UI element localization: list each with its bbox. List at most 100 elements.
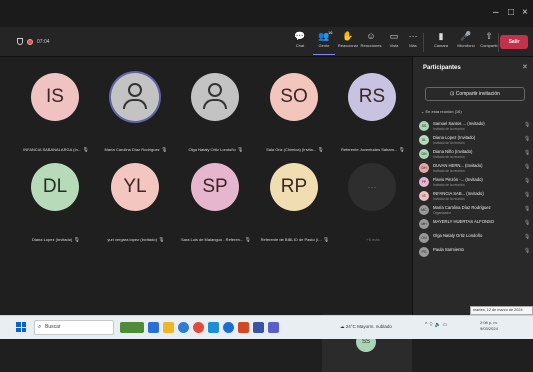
mic-muted-icon: 🎙 — [397, 147, 405, 153]
word-icon[interactable] — [253, 322, 264, 333]
participant-tile[interactable]: ··· +6 más — [333, 155, 413, 242]
file-explorer-icon[interactable] — [163, 322, 174, 333]
participant-role: Invitado de la reunión — [433, 168, 465, 173]
maximize-button[interactable]: □ — [508, 6, 514, 20]
participant-avatar: DL — [31, 163, 79, 211]
mic-muted-icon: 🎙 — [524, 220, 531, 226]
participant-tile[interactable]: SO Sala Oriz (Chimica) (Invita... 🎙 — [255, 65, 335, 153]
participant-name: INFANCIA SABANALARGA (In... 🎙 — [16, 147, 96, 153]
participant-row[interactable]: MH MAYERLY HUERTAS ALFONSO 🎙 — [419, 217, 533, 231]
toolbar-divider — [423, 33, 424, 52]
participant-row[interactable]: SS Samuel Santos ... (Invitado) Invitado d… — [419, 119, 533, 133]
mic-muted-icon: 🎙 — [235, 147, 244, 153]
meeting-timer: 07:04 — [37, 38, 50, 45]
mic-muted-icon: 🎙 — [524, 164, 531, 170]
system-tray[interactable]: ^ ⌔ 🔈 ▭ — [425, 322, 447, 328]
clock-date: 9/03/2024 — [480, 326, 498, 331]
taskbar-search-input[interactable]: ⌕ Buscar — [34, 320, 114, 335]
toolbar-gente-button[interactable]: 👥 Gente 16 — [313, 30, 335, 55]
participant-avatar: SS — [419, 121, 429, 131]
widgets-icon[interactable] — [148, 322, 159, 333]
share-invite-button[interactable]: ⊡ Compartir invitación — [425, 87, 525, 101]
in-meeting-section[interactable]: ⌄ En esta reunión (16) — [421, 109, 462, 114]
weather-widget[interactable]: ☁ 24°C Mayorm. nublado — [340, 324, 392, 330]
participant-avatar: DH — [419, 163, 429, 173]
battery-icon: ▭ — [442, 322, 448, 328]
participant-name-text: Diana Lopez (Invitado) — [32, 237, 73, 242]
close-button[interactable]: × — [522, 6, 528, 20]
participant-tile[interactable]: SP Sara Luis de Malanguo - Referen... 🎙 — [176, 155, 256, 243]
mic-muted-icon: 🎙 — [81, 147, 89, 153]
participant-tile[interactable]: Olga Nataly Ortiz Londoño 🎙 — [176, 65, 256, 153]
toolbar-ms-button[interactable]: ··· Más — [402, 30, 424, 55]
participant-tile[interactable]: RS Referente Juventudes Sabam... 🎙 — [333, 65, 413, 153]
person-placeholder-icon — [191, 73, 239, 121]
search-icon: ⌕ — [38, 324, 42, 330]
participant-role: Organizador — [433, 210, 452, 215]
toolbar-button-label: Reacciones — [360, 43, 382, 48]
close-icon[interactable]: ✕ — [522, 63, 528, 71]
participant-avatar: RP — [270, 163, 318, 211]
participant-name-text: Sara Luis de Malanguo - Referen... — [180, 237, 244, 242]
taskbar-clock[interactable]: 2:08 p. m. 9/03/2024 — [480, 320, 498, 332]
landscape-icon[interactable] — [120, 322, 144, 333]
participant-count-badge: 16 — [328, 30, 333, 35]
mic-muted-icon: 🎙 — [316, 147, 324, 153]
mail-icon[interactable] — [208, 322, 219, 333]
chevron-up-icon: ^ — [425, 322, 428, 328]
participant-row[interactable]: DN Diana Niño (Invitado) Invitado de la re… — [419, 147, 533, 161]
mic-muted-icon: 🎙 — [524, 192, 531, 198]
edge-icon[interactable] — [178, 322, 189, 333]
participant-avatar: FP — [419, 177, 429, 187]
toolbar-button-label: Chat — [295, 43, 305, 48]
participant-tile[interactable]: María Carolina Díaz Rodríguez 🎙 — [96, 65, 176, 153]
participant-avatar: IS — [419, 191, 429, 201]
toolbar-button-label: Reaccionar — [337, 43, 359, 48]
leave-button[interactable]: Salir — [500, 35, 528, 49]
participant-name: yuri vergara lopez (Invitado) 🎙 — [96, 237, 176, 243]
participant-row[interactable]: DL Diana Lopez (Invitado) Invitado de la r… — [419, 133, 533, 147]
participant-row[interactable]: ON Olga Nataly Ortiz Londoño 🎙 — [419, 231, 533, 245]
participant-tile[interactable]: RP Referente de BIBLIO de Pasto (I... 🎙 — [255, 155, 335, 243]
participant-row[interactable]: FP Flavio Pinzón -... (Invitado) Invitado … — [419, 175, 533, 189]
participant-name: Samuel Santos ... (Invitado) — [433, 121, 485, 126]
participant-avatar: IS — [31, 73, 79, 121]
taskbar-apps — [120, 321, 279, 335]
participant-name: Sara Luis de Malanguo - Referen... 🎙 — [176, 237, 256, 243]
powerpoint-icon[interactable] — [238, 322, 249, 333]
participant-name: Sala Oriz (Chimica) (Invita... 🎙 — [255, 147, 335, 153]
participant-row[interactable]: DH DUVAN HERN... (Invitado) Invitado de la… — [419, 161, 533, 175]
participant-role: Invitado de la reunión — [433, 154, 465, 159]
participant-tile[interactable]: IS INFANCIA SABANALARGA (In... 🎙 — [16, 65, 96, 153]
mic-muted-icon: 🎙 — [524, 206, 531, 212]
date-tooltip: martes, 12 de marzo de 2024 — [470, 306, 533, 315]
browser-icon[interactable] — [223, 322, 234, 333]
minimize-button[interactable]: – — [493, 6, 499, 20]
teams-icon[interactable] — [268, 322, 279, 333]
chrome-icon[interactable] — [193, 322, 204, 333]
toolbar-cmara-button[interactable]: ▮ Cámara — [430, 30, 452, 55]
participant-name: +6 más — [333, 237, 413, 242]
participant-name: María Carolina Díaz Rodríguez — [433, 205, 491, 210]
toolbar-button-label: Más — [409, 43, 417, 48]
participant-row[interactable]: IS INFANCIA SAB... (Invitado) Invitado de … — [419, 189, 533, 203]
toolbar-chat-button[interactable]: 💬 Chat — [289, 30, 311, 55]
toolbar-reacciones-button[interactable]: ☺ Reacciones — [360, 30, 382, 55]
participant-avatar: RS — [348, 73, 396, 121]
participant-tile[interactable]: YL yuri vergara lopez (Invitado) 🎙 — [96, 155, 176, 243]
toolbar-compartir-button[interactable]: ⇧ Compartir — [478, 30, 500, 55]
participant-tile[interactable]: DL Diana Lopez (Invitado) 🎙 — [16, 155, 96, 243]
mic-muted-icon: 🎙 — [524, 150, 531, 156]
teams-window: – □ × 07:04 💬 Chat 👥 Gente 16 ✋ Reaccionar ☺ Rea… — [0, 0, 533, 372]
mic-muted-icon: 🎙 — [524, 234, 531, 240]
participant-avatar: YL — [111, 163, 159, 211]
meeting-toolbar: 07:04 💬 Chat 👥 Gente 16 ✋ Reaccionar ☺ Reaccione… — [0, 27, 533, 57]
wifi-icon: ⌔ — [428, 322, 434, 328]
participant-name: Diana Lopez (Invitado) 🎙 — [16, 237, 96, 243]
participant-row[interactable]: PS Paula Sarmiento 🎙 — [419, 245, 533, 259]
windows-start-icon[interactable] — [16, 322, 26, 332]
toolbar-reaccionar-button[interactable]: ✋ Reaccionar — [337, 30, 359, 55]
participant-row[interactable]: MC María Carolina Díaz Rodríguez Organizad… — [419, 203, 533, 217]
video-stage: IS INFANCIA SABANALARGA (In... 🎙 María Car… — [0, 57, 413, 372]
toolbar-micrfono-button[interactable]: 🎤 Micrófono — [455, 30, 477, 55]
